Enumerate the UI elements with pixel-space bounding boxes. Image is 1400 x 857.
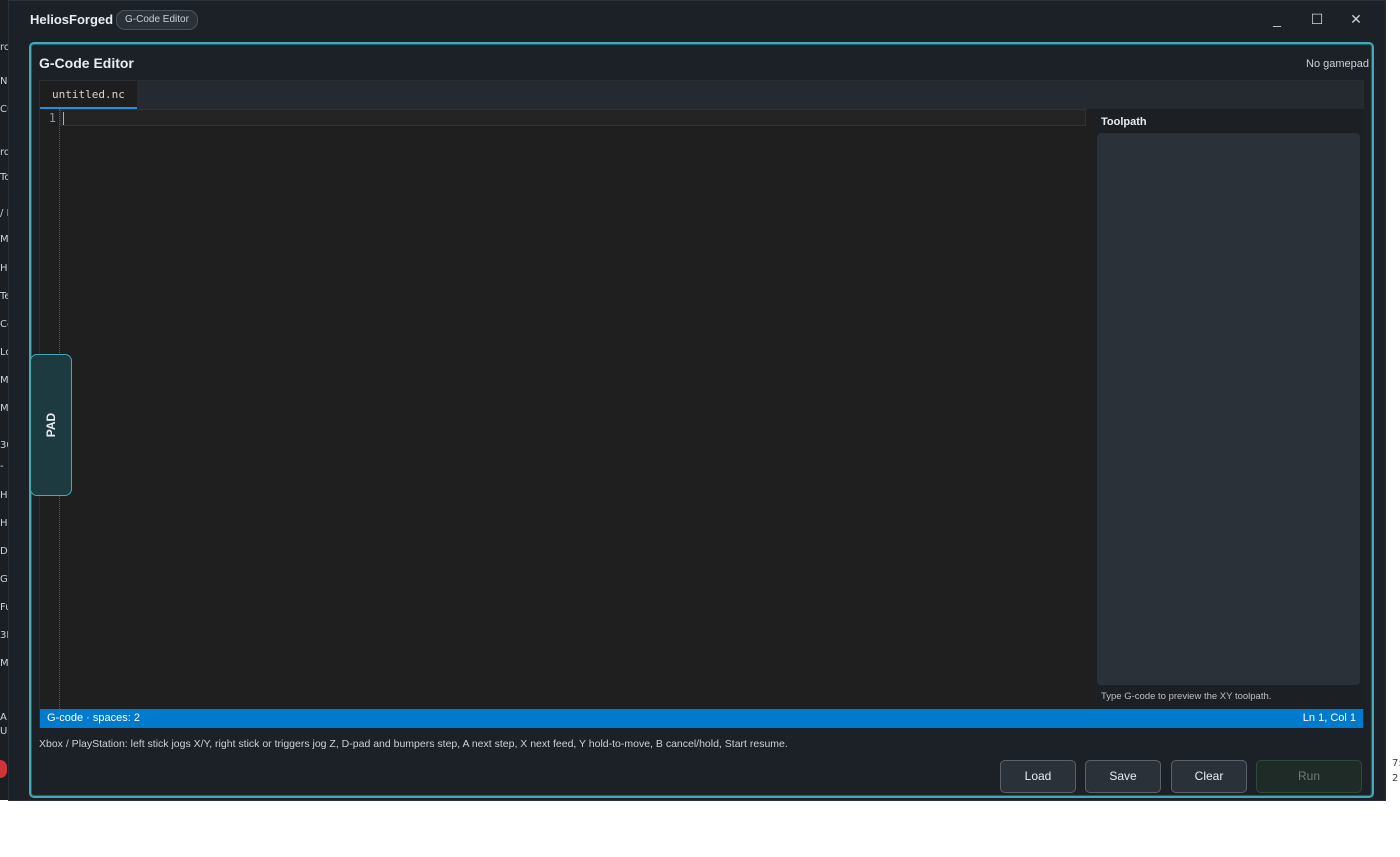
toolpath-panel: Toolpath Type G-code to preview the XY t… — [1093, 109, 1364, 709]
text-cursor — [63, 112, 64, 125]
tab-untitled-nc[interactable]: untitled.nc — [40, 81, 137, 109]
run-button[interactable]: Run — [1256, 760, 1362, 793]
close-icon[interactable]: ✕ — [1346, 9, 1366, 29]
line-number: 1 — [48, 111, 56, 125]
editor-tab-bar: untitled.nc — [40, 81, 1363, 109]
current-line-highlight — [60, 109, 1086, 126]
language-indicator[interactable]: G-code · spaces: 2 — [47, 709, 140, 728]
app-window: HeliosForged G-Code Editor _ ☐ ✕ G-Code … — [8, 0, 1386, 801]
mode-badge: G-Code Editor — [116, 10, 198, 30]
toolpath-hint: Type G-code to preview the XY toolpath. — [1101, 691, 1272, 702]
cursor-position[interactable]: Ln 1, Col 1 — [1303, 709, 1356, 728]
toolpath-preview-canvas[interactable] — [1097, 133, 1360, 685]
gamepad-status: No gamepad — [1306, 58, 1369, 70]
save-button[interactable]: Save — [1085, 760, 1161, 793]
editor-frame: untitled.nc 1 Toolpath Type G-code to pr… — [39, 80, 1364, 728]
background-app-right-edge: 7: 2 — [1386, 756, 1400, 800]
toolpath-title: Toolpath — [1101, 116, 1147, 128]
gamepad-help-text: Xbox / PlayStation: left stick jogs X/Y,… — [39, 738, 788, 750]
background-text: 7: — [1392, 758, 1400, 769]
editor-status-bar: G-code · spaces: 2 Ln 1, Col 1 — [40, 709, 1363, 728]
maximize-icon[interactable]: ☐ — [1307, 9, 1327, 29]
app-title: HeliosForged — [30, 12, 114, 27]
title-bar[interactable]: HeliosForged G-Code Editor _ ☐ ✕ — [9, 1, 1385, 38]
background-text: 2 — [1392, 773, 1399, 784]
code-editor[interactable]: 1 — [40, 109, 1088, 709]
gcode-editor-dialog: G-Code Editor No gamepad untitled.nc 1 T… — [29, 42, 1374, 798]
minimize-icon[interactable]: _ — [1267, 9, 1287, 29]
pad-label: PAD — [44, 412, 58, 438]
gamepad-pad-toggle[interactable]: PAD — [30, 354, 72, 496]
clear-button[interactable]: Clear — [1171, 760, 1247, 793]
load-button[interactable]: Load — [1000, 760, 1076, 793]
dialog-title: G-Code Editor — [39, 55, 134, 71]
